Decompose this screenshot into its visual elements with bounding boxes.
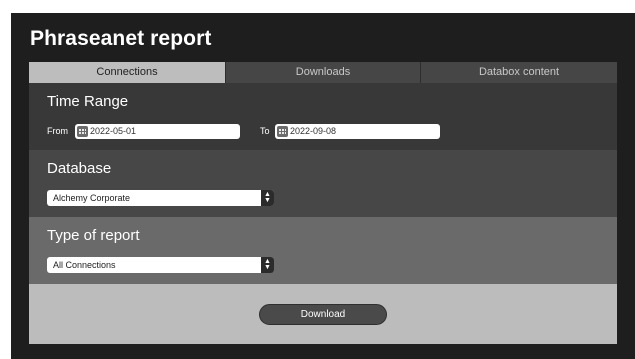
- database-selected-value: Alchemy Corporate: [53, 193, 131, 203]
- action-section: Download: [29, 284, 617, 344]
- select-arrows-icon: ▲ ▼: [261, 257, 274, 273]
- from-date-value: 2022-05-01: [90, 126, 137, 136]
- download-button[interactable]: Download: [259, 304, 387, 325]
- report-type-heading: Type of report: [47, 227, 140, 244]
- tab-connections[interactable]: Connections: [29, 62, 226, 83]
- report-type-section: Type of report All Connections ▲ ▼: [29, 217, 617, 284]
- to-date-field[interactable]: 2022-09-08: [275, 124, 440, 139]
- database-heading: Database: [47, 160, 112, 177]
- to-label: To: [260, 126, 270, 136]
- report-panel: Connections Downloads Databox content Ti…: [29, 62, 617, 344]
- time-range-section: Time Range From 2022-05-01 To 2022-09-08: [29, 83, 617, 150]
- app-title: Phraseanet report: [30, 27, 212, 50]
- calendar-icon[interactable]: [77, 126, 88, 137]
- tab-bar: Connections Downloads Databox content: [29, 62, 617, 83]
- select-arrows-icon: ▲ ▼: [261, 190, 274, 206]
- calendar-icon[interactable]: [277, 126, 288, 137]
- time-range-heading: Time Range: [47, 93, 129, 110]
- tab-databox-content[interactable]: Databox content: [421, 62, 617, 83]
- report-type-select[interactable]: All Connections ▲ ▼: [47, 257, 274, 273]
- tab-downloads[interactable]: Downloads: [226, 62, 421, 83]
- report-window: Phraseanet report Connections Downloads …: [11, 13, 635, 359]
- report-type-selected-value: All Connections: [53, 260, 116, 270]
- from-date-field[interactable]: 2022-05-01: [75, 124, 240, 139]
- database-select[interactable]: Alchemy Corporate ▲ ▼: [47, 190, 274, 206]
- from-label: From: [47, 126, 68, 136]
- to-date-value: 2022-09-08: [290, 126, 337, 136]
- database-section: Database Alchemy Corporate ▲ ▼: [29, 150, 617, 217]
